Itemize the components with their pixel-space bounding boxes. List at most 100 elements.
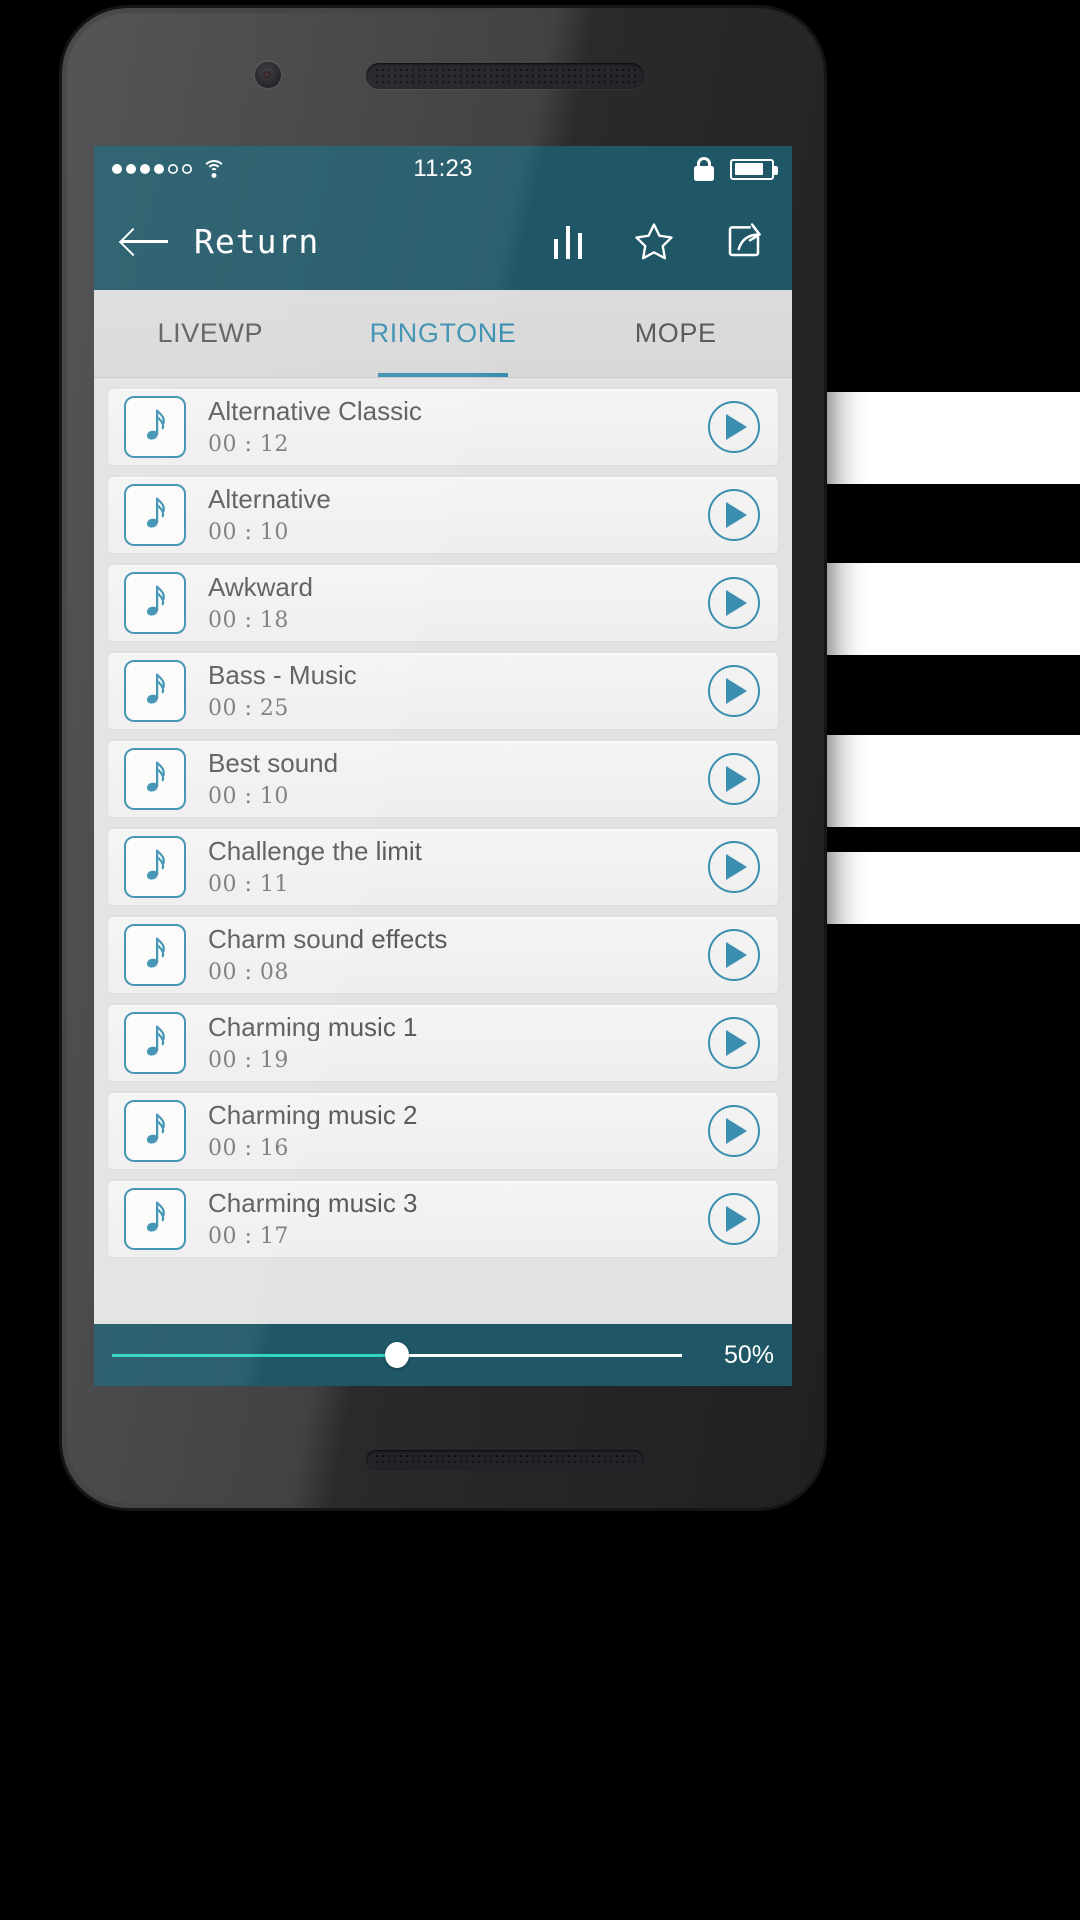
background-block-3 [818,735,1080,827]
app-bar: Return [94,192,792,290]
share-icon[interactable] [722,220,766,262]
duration-minutes: 00 [208,520,237,546]
duration-minutes: 00 [208,872,237,898]
status-bar-right [694,157,778,181]
duration-seconds: 16 [259,1136,289,1162]
list-item[interactable]: Charming music 2 00 : 16 [107,1092,779,1170]
duration-seconds: 17 [259,1224,289,1250]
music-note-icon [124,924,186,986]
back-arrow-icon[interactable] [122,226,168,256]
play-icon[interactable] [708,577,760,629]
play-icon[interactable] [708,665,760,717]
list-item-title: Bass - Music [208,660,357,690]
duration-separator: : [244,696,253,722]
duration-minutes: 00 [208,432,237,458]
volume-slider-thumb[interactable] [385,1342,409,1368]
tab-bar: LIVEWP RINGTONE MOPE [94,290,792,378]
list-item[interactable]: Best sound 00 : 10 [107,740,779,818]
play-icon[interactable] [708,1105,760,1157]
list-item[interactable]: Awkward 00 : 18 [107,564,779,642]
duration-minutes: 00 [208,1048,237,1074]
list-item-duration: 00 : 18 [208,608,708,633]
play-icon[interactable] [708,489,760,541]
list-item-title: Charming music 2 [208,1100,418,1130]
duration-seconds: 18 [259,608,289,634]
duration-minutes: 00 [208,784,237,810]
play-triangle [726,1118,747,1144]
equalizer-icon[interactable] [552,223,586,259]
music-note-icon [124,1188,186,1250]
volume-value-label: 50% [723,1340,774,1369]
tab-ringtone[interactable]: RINGTONE [327,290,560,377]
list-item-duration: 00 : 10 [208,520,708,545]
music-note-icon [124,484,186,546]
duration-seconds: 25 [259,696,289,722]
background-block-1 [818,392,1080,484]
play-icon[interactable] [708,401,760,453]
list-item[interactable]: Challenge the limit 00 : 11 [107,828,779,906]
duration-seconds: 19 [259,1048,289,1074]
volume-slider-track[interactable] [112,1342,682,1368]
tab-mope[interactable]: MOPE [559,290,792,377]
play-triangle [726,854,747,880]
lock-icon [694,157,714,181]
list-item-title: Charming music 1 [208,1012,418,1042]
duration-seconds: 11 [259,872,289,898]
list-item[interactable]: Charming music 1 00 : 19 [107,1004,779,1082]
list-item[interactable]: Charm sound effects 00 : 08 [107,916,779,994]
status-bar: 11:23 [94,146,792,192]
play-icon[interactable] [708,753,760,805]
duration-minutes: 00 [208,696,237,722]
duration-minutes: 00 [208,608,237,634]
duration-minutes: 00 [208,1136,237,1162]
duration-separator: : [244,960,253,986]
list-item-text: Bass - Music 00 : 25 [208,661,708,722]
ringtone-list[interactable]: Alternative Classic 00 : 12 Alternative 00 … [94,378,792,1288]
list-item-duration: 00 : 25 [208,696,708,721]
music-note-icon [124,836,186,898]
volume-slider-fill [112,1353,397,1357]
phone-screen: 11:23 Return LIVEWP RINGTONE MOPE Altern… [94,146,792,1386]
duration-separator: : [244,1136,253,1162]
bottom-speaker-grille [366,1450,644,1470]
music-note-icon [124,572,186,634]
list-item-duration: 00 : 10 [208,784,708,809]
tab-livewp[interactable]: LIVEWP [94,290,327,377]
list-item-title: Best sound [208,748,339,778]
list-item-text: Charming music 2 00 : 16 [208,1101,708,1162]
play-icon[interactable] [708,841,760,893]
screenshot-stage: 11:23 Return LIVEWP RINGTONE MOPE Altern… [0,0,1080,1920]
list-item[interactable]: Charming music 3 00 : 17 [107,1180,779,1258]
list-item-duration: 00 : 11 [208,872,708,897]
duration-seconds: 12 [259,432,289,458]
list-item[interactable]: Alternative 00 : 10 [107,476,779,554]
star-icon[interactable] [632,220,676,262]
list-item-duration: 00 : 17 [208,1224,708,1249]
list-item[interactable]: Bass - Music 00 : 25 [107,652,779,730]
list-item-text: Charming music 1 00 : 19 [208,1013,708,1074]
duration-separator: : [244,608,253,634]
signal-strength-icon [112,164,192,174]
duration-seconds: 10 [259,520,289,546]
list-item-title: Charming music 3 [208,1188,418,1218]
earpiece-speaker [366,63,644,89]
music-note-icon [124,1012,186,1074]
list-item-duration: 00 : 16 [208,1136,708,1161]
list-item-duration: 00 : 12 [208,432,708,457]
list-item-duration: 00 : 08 [208,960,708,985]
duration-separator: : [244,520,253,546]
music-note-icon [124,396,186,458]
volume-slider-bar: 50% [94,1324,792,1386]
play-icon[interactable] [708,929,760,981]
app-bar-actions [552,220,766,262]
play-triangle [726,942,747,968]
play-triangle [726,502,747,528]
list-item-text: Charming music 3 00 : 17 [208,1189,708,1250]
play-icon[interactable] [708,1193,760,1245]
play-icon[interactable] [708,1017,760,1069]
duration-separator: : [244,432,253,458]
duration-seconds: 10 [259,784,289,810]
duration-minutes: 00 [208,960,237,986]
list-item-title: Awkward [208,572,314,602]
list-item[interactable]: Alternative Classic 00 : 12 [107,388,779,466]
